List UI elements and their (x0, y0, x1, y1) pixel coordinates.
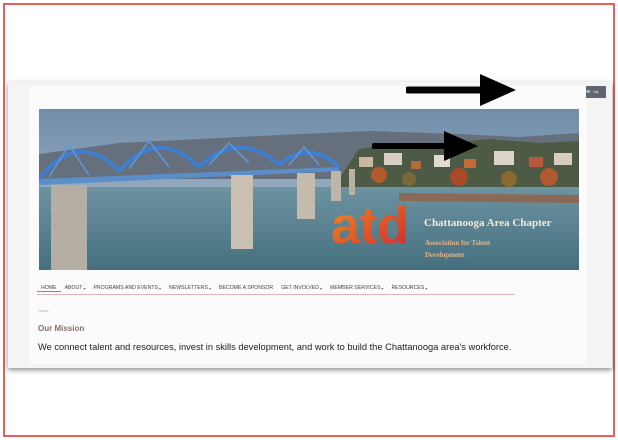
nav-item-label: MEMBER SERVICES (330, 285, 381, 291)
main-navigation: HOME ABOUT ▾ PROGRAMS AND EVENTS ▾ NEWSLETTER… (37, 282, 515, 295)
caret-down-icon: ▾ (83, 285, 86, 291)
org-name-line1: Association for Talent (425, 239, 491, 247)
caret-down-icon: ▾ (159, 285, 162, 291)
nav-item-resources[interactable]: RESOURCES ▾ (387, 285, 431, 291)
mission-title: Our Mission (38, 324, 85, 333)
nav-item-label: PROGRAMS AND EVENTS (93, 285, 159, 291)
nav-item-newsletters[interactable]: NEWSLETTERS ▾ (165, 285, 215, 291)
org-name-line2: Development (425, 251, 465, 259)
nav-item-home[interactable]: HOME (37, 285, 61, 292)
nav-item-member-services[interactable]: MEMBER SERVICES ▾ (326, 285, 387, 291)
caret-down-icon: ▾ (320, 285, 323, 291)
caret-down-icon: ▾ (381, 285, 384, 291)
breadcrumb[interactable]: Home (38, 308, 49, 313)
website-screenshot: Chattanooga Area Admin view ↪ (8, 82, 612, 368)
banner-image: atd Chattanooga Area Chapter Association… (39, 109, 579, 270)
nav-item-label: NEWSLETTERS (169, 285, 208, 291)
nav-item-programs-and-events[interactable]: PROGRAMS AND EVENTS ▾ (89, 285, 165, 291)
caret-down-icon: ▾ (425, 285, 428, 291)
nav-item-label: RESOURCES (391, 285, 425, 291)
nav-item-become-a-sponsor[interactable]: BECOME A SPONSOR (215, 285, 277, 291)
top-blank-area (5, 5, 613, 83)
chapter-name: Chattanooga Area Chapter (424, 217, 552, 229)
annotation-arrow-admin (406, 74, 516, 106)
caret-down-icon: ▾ (208, 285, 211, 291)
mission-text: We connect talent and resources, invest … (38, 342, 512, 352)
annotation-arrow-banner (372, 131, 478, 161)
nav-item-get-involved[interactable]: GET INVOLVED ▾ (277, 285, 326, 291)
nav-item-about[interactable]: ABOUT ▾ (61, 285, 90, 291)
header-banner: atd Chattanooga Area Chapter Association… (39, 109, 579, 270)
page-content: atd Chattanooga Area Chapter Association… (30, 86, 586, 364)
logout-icon: ↪ (593, 89, 599, 96)
nav-item-label: BECOME A SPONSOR (218, 285, 274, 291)
nav-item-label: HOME (41, 284, 57, 291)
nav-item-label: ABOUT (64, 285, 83, 291)
nav-item-label: GET INVOLVED (281, 285, 320, 291)
atd-logo: atd (331, 197, 409, 255)
